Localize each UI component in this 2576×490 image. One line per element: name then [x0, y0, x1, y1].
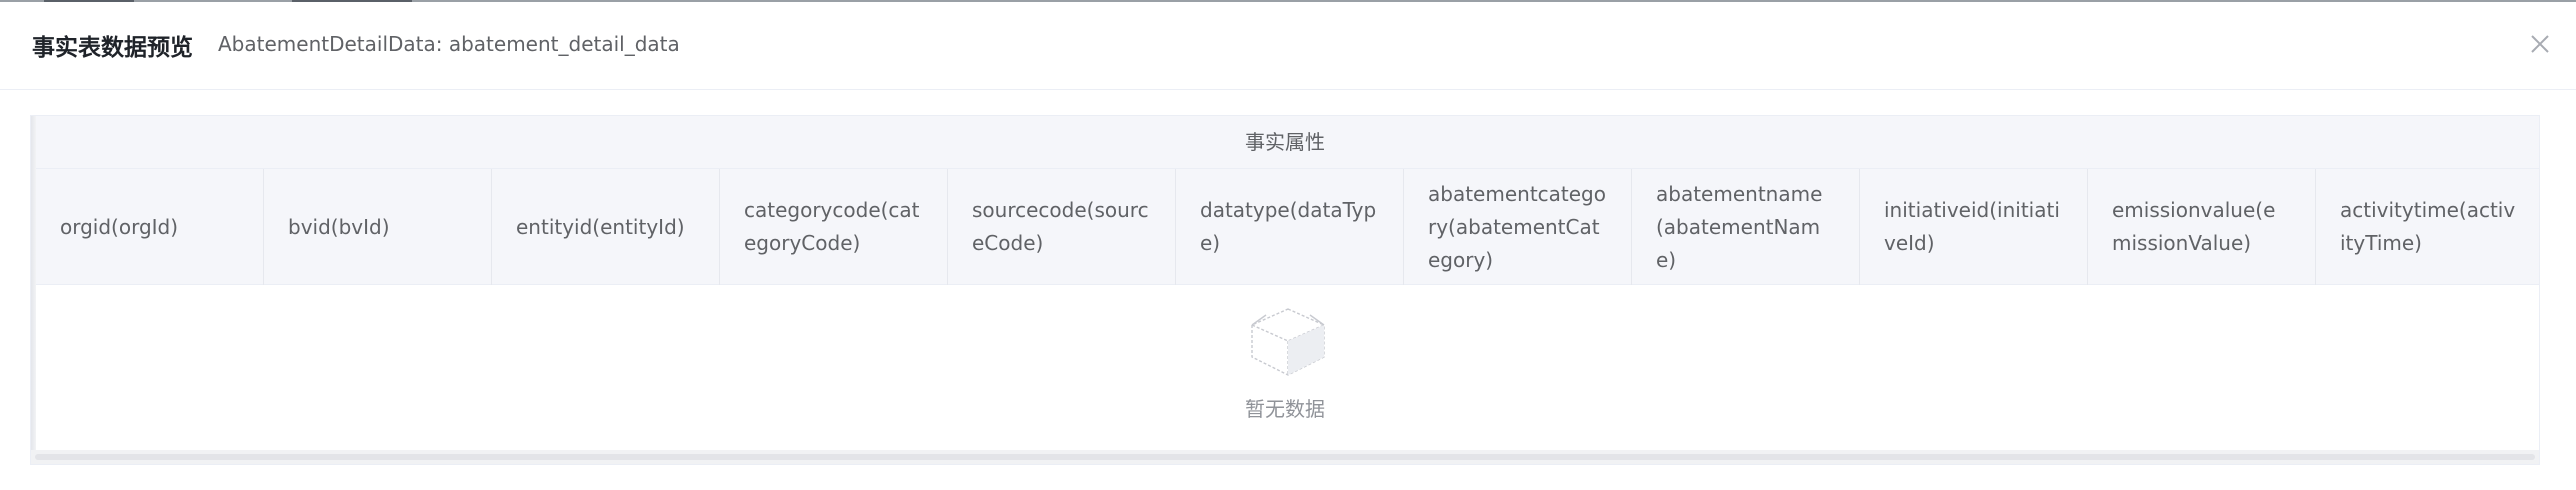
scrollbar-thumb[interactable] — [35, 454, 2535, 460]
column-header[interactable]: emissionvalue(emissionValue) — [2088, 169, 2316, 285]
group-header-fact-attributes: 事实属性 — [31, 116, 2539, 169]
fixed-column-shadow — [31, 116, 36, 464]
close-icon[interactable] — [2526, 30, 2554, 58]
close-button[interactable] — [2526, 30, 2554, 58]
column-header[interactable]: initiativeid(initiativeId) — [1860, 169, 2088, 285]
column-header[interactable]: datatype(dataType) — [1176, 169, 1404, 285]
horizontal-scrollbar[interactable] — [31, 450, 2539, 464]
empty-box-icon — [1250, 308, 1326, 376]
column-header[interactable]: categorycode(categoryCode) — [720, 169, 948, 285]
dialog-subtitle: AbatementDetailData: abatement_detail_da… — [218, 32, 680, 56]
column-header[interactable]: entityid(entityId) — [492, 169, 720, 285]
dialog-title: 事实表数据预览 — [32, 35, 193, 61]
data-preview-dialog: 事实表数据预览 AbatementDetailData: abatement_d… — [0, 0, 2576, 490]
column-header[interactable]: abatementcategory(abatementCategory) — [1404, 169, 1632, 285]
empty-text: 暂无数据 — [1245, 397, 1325, 421]
column-header[interactable]: orgid(orgId) — [36, 169, 264, 285]
fact-table: 事实属性 orgid(orgId) bvid(bvId) entityid(en… — [30, 115, 2540, 465]
column-header[interactable]: activitytime(activityTime) — [2316, 169, 2539, 285]
column-header[interactable]: abatementname(abatementName) — [1632, 169, 1860, 285]
empty-state: 暂无数据 — [31, 285, 2539, 450]
column-header[interactable]: bvid(bvId) — [264, 169, 492, 285]
column-header-row: orgid(orgId) bvid(bvId) entityid(entityI… — [31, 169, 2539, 285]
column-header[interactable]: sourcecode(sourceCode) — [948, 169, 1176, 285]
dialog-header: 事实表数据预览 AbatementDetailData: abatement_d… — [0, 2, 2576, 90]
